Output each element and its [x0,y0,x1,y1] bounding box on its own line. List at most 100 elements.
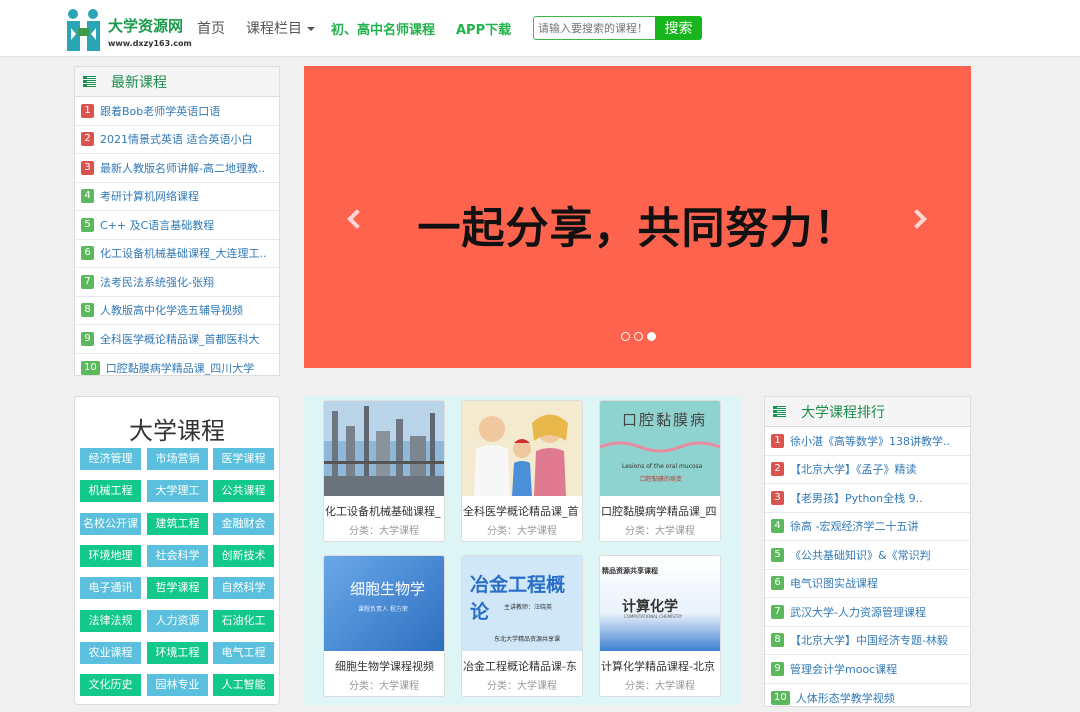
rank-badge: 3 [771,491,784,505]
thumbnail-top-label: 精品资源共享课程 [602,566,658,576]
course-ranking-title: 大学课程排行 [801,402,885,422]
nav-course-menu[interactable]: 课程栏目 [246,18,315,38]
university-courses-panel: 大学课程 经济管理市场营销医学课程机械工程大学理工公共课程名校公开课建筑工程金融… [74,396,280,705]
course-card-category: 分类：大学课程 [324,522,444,537]
category-tag[interactable]: 电子通讯 [80,577,141,599]
category-tag[interactable]: 人工智能 [213,674,274,696]
rank-badge: 4 [81,189,94,203]
category-tag[interactable]: 自然科学 [213,577,274,599]
ranking-course-item[interactable]: 4徐高 -宏观经济学二十五讲 [765,513,970,542]
category-tag[interactable]: 大学理工 [147,480,208,502]
category-tag[interactable]: 创新技术 [213,545,274,567]
latest-course-item[interactable]: 6化工设备机械基础课程_大连理工.. [75,240,279,269]
thumbnail-footer: 东北大学精品资源共享课 [494,634,560,643]
ranking-course-item[interactable]: 2【北京大学】《孟子》精读 [765,456,970,485]
carousel-next-arrow[interactable] [906,206,928,234]
thumbnail-subtitle: 主讲教师：汪晓英 [504,602,552,611]
category-tag[interactable]: 金融财会 [213,513,274,535]
latest-course-item[interactable]: 9全科医学概论精品课_首都医科大 [75,325,279,354]
category-tag[interactable]: 公共课程 [213,480,274,502]
logo-icon [63,8,105,52]
rank-badge: 6 [81,246,94,260]
course-card[interactable]: 全科医学概论精品课_首 分类：大学课程 [461,400,583,542]
latest-courses-title: 最新课程 [111,72,167,92]
course-card[interactable]: 精品资源共享课程 计算化学 COMPUTATIONAL CHEMISTRY 计算… [599,555,721,697]
course-card[interactable]: 冶金工程概论 主讲教师：汪晓英 东北大学精品资源共享课 冶金工程概论精品课-东 … [461,555,583,697]
ranking-course-item-label: 《公共基础知识》&《常识判 [790,547,931,563]
thumbnail-subtitle: 课程负责人 程方荣 [358,604,408,613]
ranking-course-item-label: 【老男孩】Python全栈 9.. [790,490,923,506]
category-tag[interactable]: 名校公开课 [80,513,141,535]
rank-badge: 7 [81,275,94,289]
category-tag[interactable]: 机械工程 [80,480,141,502]
category-tag[interactable]: 建筑工程 [147,513,208,535]
course-ranking-header: 大学课程排行 [765,397,970,427]
course-card[interactable]: 口腔黏膜病 Lesions of the oral mucosa 口腔黏膜的病变… [599,400,721,542]
category-tag[interactable]: 人力资源 [147,610,208,632]
thumbnail-title: 冶金工程概论 [470,570,582,624]
course-card[interactable]: 细胞生物学 课程负责人 程方荣 细胞生物学课程视频 分类：大学课程 [323,555,445,697]
rank-badge: 2 [771,462,784,476]
ranking-course-item[interactable]: 6 电气识图实战课程 [765,570,970,599]
carousel-dot[interactable] [621,332,630,341]
category-tag[interactable]: 医学课程 [213,448,274,470]
latest-course-item[interactable]: 3最新人教版名师讲解-高二地理教.. [75,154,279,183]
ranking-course-item[interactable]: 3 【老男孩】Python全栈 9.. [765,484,970,513]
course-card-category: 分类：大学课程 [600,677,720,692]
thumbnail-subtitle-en: Lesions of the oral mucosa [622,463,702,470]
nav-home[interactable]: 首页 [197,18,225,38]
thumbnail-title: 细胞生物学 [350,578,425,599]
ranking-course-item[interactable]: 7 武汉大学-人力资源管理课程 [765,598,970,627]
ranking-course-item-label: 电气识图实战课程 [790,575,878,591]
category-tag[interactable]: 农业课程 [80,642,141,664]
ranking-course-item[interactable]: 8【北京大学】中国经济专题-林毅 [765,627,970,656]
latest-course-item[interactable]: 10口腔黏膜病学精品课_四川大学 [75,354,279,383]
category-tag[interactable]: 环境地理 [80,545,141,567]
carousel-dot[interactable] [634,332,643,341]
search-input[interactable] [534,17,656,39]
category-tag[interactable]: 环境工程 [147,642,208,664]
rank-badge: 10 [81,361,100,375]
category-tag[interactable]: 文化历史 [80,674,141,696]
category-tag[interactable]: 市场营销 [147,448,208,470]
latest-course-item[interactable]: 8 人教版高中化学选五辅导视频 [75,297,279,326]
nav-teacher-courses[interactable]: 初、高中名师课程 [331,19,435,38]
rank-badge: 7 [771,605,784,619]
latest-course-item[interactable]: 7法考民法系统强化-张翔 [75,268,279,297]
category-tag[interactable]: 石油化工 [213,610,274,632]
list-icon [83,76,96,87]
course-card-title: 冶金工程概论精品课-东 [462,658,582,676]
carousel-dot-active[interactable] [647,332,656,341]
rank-badge: 8 [81,303,94,317]
latest-course-item[interactable]: 22021情景式英语 适合英语小白 [75,126,279,155]
course-thumbnail: 口腔黏膜病 Lesions of the oral mucosa 口腔黏膜的病变 [600,401,720,496]
course-card[interactable]: 化工设备机械基础课程_ 分类：大学课程 [323,400,445,542]
latest-course-item[interactable]: 5C++ 及C语言基础教程 [75,211,279,240]
search-button[interactable]: 搜索 [655,16,702,40]
latest-course-item[interactable]: 1跟着Bob老师学英语口语 [75,97,279,126]
course-thumbnail: 冶金工程概论 主讲教师：汪晓英 东北大学精品资源共享课 [462,556,582,651]
ranking-course-item-label: 武汉大学-人力资源管理课程 [790,604,926,620]
latest-course-item-label: 人教版高中化学选五辅导视频 [100,302,243,318]
rank-badge: 10 [771,691,790,705]
category-tag[interactable]: 电气工程 [213,642,274,664]
nav-app-download[interactable]: APP下载 [456,19,511,38]
ranking-course-item[interactable]: 10人体形态学教学视频 [765,684,970,712]
category-tag[interactable]: 园林专业 [147,674,208,696]
course-card-title: 化工设备机械基础课程_ [324,503,444,521]
chevron-right-icon [907,209,927,229]
latest-course-item[interactable]: 4考研计算机网络课程 [75,183,279,212]
course-ranking-panel: 大学课程排行 1徐小湛《高等数学》138讲教学..2【北京大学】《孟子》精读 3 【… [764,396,971,707]
site-logo[interactable]: 大学资源网 www.dxzy163.com [63,8,193,52]
carousel-prev-arrow[interactable] [346,206,368,234]
category-tag[interactable]: 经济管理 [80,448,141,470]
category-tag[interactable]: 法律法规 [80,610,141,632]
course-card-title: 口腔黏膜病学精品课_四 [600,503,720,521]
category-tag[interactable]: 社会科学 [147,545,208,567]
rank-badge: 6 [771,576,784,590]
ranking-course-item[interactable]: 1徐小湛《高等数学》138讲教学.. [765,427,970,456]
list-icon [773,406,786,417]
category-tag[interactable]: 哲学课程 [147,577,208,599]
ranking-course-item[interactable]: 9管理会计学mooc课程 [765,655,970,684]
ranking-course-item[interactable]: 5《公共基础知识》&《常识判 [765,541,970,570]
